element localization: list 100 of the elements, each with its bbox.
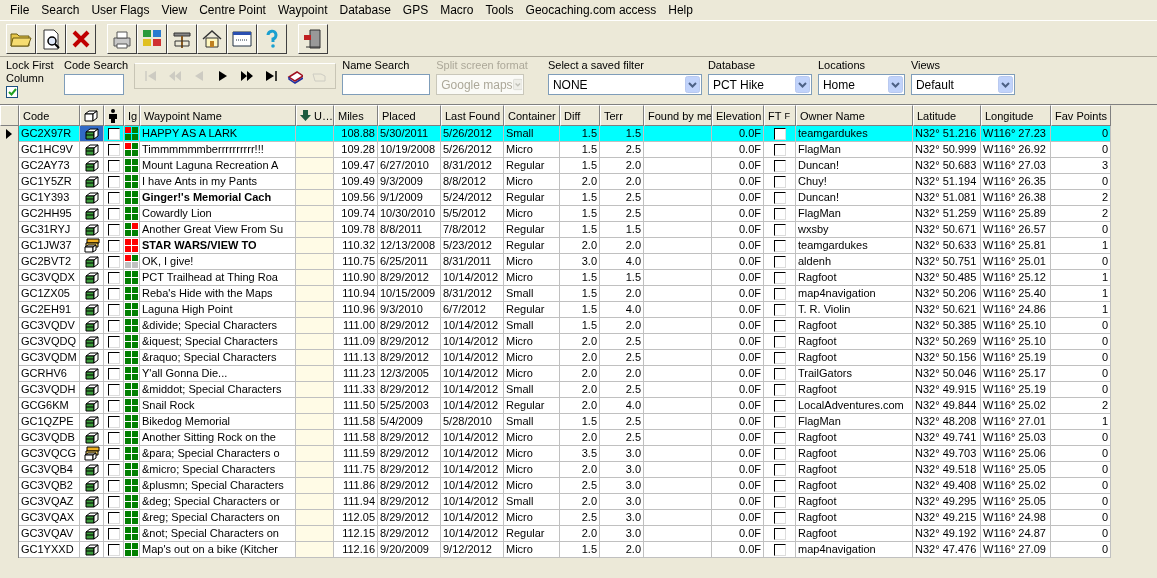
table-row[interactable]: GC3VQDX PCT Trailhead at Thing Roa 110.90 8/29/2012 10/14/2012 Micro 1.5 1.5 0.0F Ragfoot N32° 50.485 W116° 25.12 1 [0, 270, 1157, 286]
table-row[interactable]: GC2EH91 Laguna High Point 110.96 9/3/2010 6/7/2012 Regular 1.5 4.0 0.0F T. R. Violin N32° 50.621 W116° 24.86 1 [0, 302, 1157, 318]
menu-item[interactable]: Tools [479, 3, 520, 17]
column-header[interactable]: Elevation [712, 105, 764, 126]
menu-item[interactable]: Geocaching.com access [519, 3, 663, 17]
user-flag-checkbox[interactable] [107, 303, 120, 316]
column-header[interactable]: Waypoint Name [140, 105, 296, 126]
table-row[interactable]: GC3VQB4 &micro; Special Characters 111.75 8/29/2012 10/14/2012 Micro 2.0 3.0 0.0F Ragfoot N32° 49.518 W116° 25.05 0 [0, 462, 1157, 478]
user-flag-checkbox[interactable] [107, 255, 120, 268]
column-header[interactable]: Ig [124, 105, 140, 126]
user-flag-checkbox[interactable] [107, 511, 120, 524]
table-row[interactable]: GC3VQDM &raquo; Special Characters 111.13 8/29/2012 10/14/2012 Micro 2.0 2.5 0.0F Ragfoot N32° 50.156 W116° 25.19 0 [0, 350, 1157, 366]
ftf-checkbox[interactable] [773, 479, 786, 492]
column-header[interactable]: Diff [560, 105, 600, 126]
user-flag-checkbox[interactable] [107, 495, 120, 508]
ftf-checkbox[interactable] [773, 271, 786, 284]
ftf-checkbox[interactable] [773, 191, 786, 204]
ftf-checkbox[interactable] [773, 431, 786, 444]
table-row[interactable]: GCG6KM Snail Rock 111.50 5/25/2003 10/14/2012 Regular 2.0 4.0 0.0F LocalAdventures.com N32° 49.844 W116° 25.02 2 [0, 398, 1157, 414]
ftf-checkbox[interactable] [773, 351, 786, 364]
color-grid-button[interactable] [137, 24, 167, 54]
menu-item[interactable]: Centre Point [193, 3, 272, 17]
menu-item[interactable]: Database [333, 3, 397, 17]
user-flag-checkbox[interactable] [107, 527, 120, 540]
user-flag-checkbox[interactable] [107, 415, 120, 428]
ftf-checkbox[interactable] [773, 447, 786, 460]
column-header[interactable]: Miles [334, 105, 378, 126]
column-header[interactable]: Terr [600, 105, 644, 126]
user-flag-checkbox[interactable] [107, 223, 120, 236]
column-header[interactable]: U… [296, 105, 334, 126]
ftf-checkbox[interactable] [773, 223, 786, 236]
open-folder-button[interactable] [6, 24, 36, 54]
table-row[interactable]: GC3VQAX &reg; Special Characters on 112.05 8/29/2012 10/14/2012 Micro 2.5 3.0 0.0F Ragfoot N32° 49.215 W116° 24.98 0 [0, 510, 1157, 526]
help-button[interactable] [257, 24, 287, 54]
column-header[interactable]: Found by me [644, 105, 712, 126]
table-row[interactable]: GC2HH95 Cowardly Lion 109.74 10/30/2010 5/5/2012 Micro 1.5 2.5 0.0F FlagMan N32° 51.259 W116° 25.89 2 [0, 206, 1157, 222]
table-row[interactable]: GC1ZX05 Reba's Hide with the Maps 110.94 10/15/2009 8/31/2012 Small 1.5 2.0 0.0F map4navigation N32° 50.206 W116° 25.40 1 [0, 286, 1157, 302]
user-flag-checkbox[interactable] [107, 191, 120, 204]
saved-filter-dropdown[interactable]: NONE [547, 74, 702, 95]
ftf-checkbox[interactable] [773, 175, 786, 188]
table-row[interactable]: GC1QZPE Bikedog Memorial 111.58 5/4/2009 5/28/2010 Small 1.5 2.5 0.0F FlagMan N32° 48.208 W116° 27.01 1 [0, 414, 1157, 430]
print-preview-button[interactable] [36, 24, 66, 54]
user-flag-checkbox[interactable] [107, 543, 120, 556]
ftf-checkbox[interactable] [773, 159, 786, 172]
user-flag-checkbox[interactable] [107, 207, 120, 220]
table-row[interactable]: GC3VQDH &middot; Special Characters 111.33 8/29/2012 10/14/2012 Small 2.0 2.5 0.0F Ragfoot N32° 49.915 W116° 25.19 0 [0, 382, 1157, 398]
table-row[interactable]: GC2AY73 Mount Laguna Recreation A 109.47 6/27/2010 8/31/2012 Regular 1.5 2.0 0.0F Duncan! N32° 50.683 W116° 27.03 3 [0, 158, 1157, 174]
ftf-checkbox[interactable] [773, 319, 786, 332]
menu-item[interactable]: GPS [396, 3, 435, 17]
table-row[interactable]: GC3VQB2 &plusmn; Special Characters 111.86 8/29/2012 10/14/2012 Micro 2.5 3.0 0.0F Ragfoot N32° 49.408 W116° 25.02 0 [0, 478, 1157, 494]
user-flag-checkbox[interactable] [107, 351, 120, 364]
column-header[interactable]: Fav Points [1051, 105, 1111, 126]
ftf-checkbox[interactable] [773, 495, 786, 508]
name-search-field[interactable] [342, 74, 431, 95]
table-row[interactable]: GC3VQCG &para; Special Characters o 111.59 8/29/2012 10/14/2012 Micro 3.5 3.0 0.0F Ragfoot N32° 49.703 W116° 25.06 0 [0, 446, 1157, 462]
tools-button[interactable] [167, 24, 197, 54]
ftf-checkbox[interactable] [773, 239, 786, 252]
ftf-checkbox[interactable] [773, 463, 786, 476]
user-flag-checkbox[interactable] [107, 383, 120, 396]
ftf-checkbox[interactable] [773, 415, 786, 428]
table-row[interactable]: GC3VQAV &not; Special Characters on 112.15 8/29/2012 10/14/2012 Regular 2.0 3.0 0.0F Ragfoot N32° 49.192 W116° 24.87 0 [0, 526, 1157, 542]
column-header[interactable]: Longitude [981, 105, 1051, 126]
delete-button[interactable] [66, 24, 96, 54]
user-flag-checkbox[interactable] [107, 239, 120, 252]
user-flag-checkbox[interactable] [107, 431, 120, 444]
ftf-checkbox[interactable] [773, 287, 786, 300]
home-button[interactable] [197, 24, 227, 54]
table-row[interactable]: GC1JW37 STAR WARS/VIEW TO 110.32 12/13/2008 5/23/2012 Regular 2.0 2.0 0.0F teamgardukes N32° 50.633 W116° 25.81 1 [0, 238, 1157, 254]
table-row[interactable]: GC2X97R HAPPY AS A LARK 108.88 5/30/2011 5/26/2012 Small 1.5 1.5 0.0F teamgardukes N32° 51.216 W116° 27.23 0 [0, 126, 1157, 142]
menu-item[interactable]: User Flags [85, 3, 156, 17]
table-row[interactable]: GC1YXXD Map's out on a bike (Kitcher 112.16 9/20/2009 9/12/2012 Micro 1.5 2.0 0.0F map4navigation N32° 47.476 W116° 27.09 0 [0, 542, 1157, 558]
code-search-field[interactable] [64, 74, 124, 95]
user-flag-checkbox[interactable] [107, 287, 120, 300]
menu-item[interactable]: Search [35, 3, 86, 17]
printer-button[interactable] [107, 24, 137, 54]
exit-door-button[interactable] [298, 24, 328, 54]
window-button[interactable] [227, 24, 257, 54]
ftf-checkbox[interactable] [773, 399, 786, 412]
table-row[interactable]: GC3VQDQ &iquest; Special Characters 111.09 8/29/2012 10/14/2012 Micro 2.0 2.5 0.0F Ragfoot N32° 50.269 W116° 25.10 0 [0, 334, 1157, 350]
user-flag-checkbox[interactable] [107, 463, 120, 476]
table-row[interactable]: GC3VQDV &divide; Special Characters 111.00 8/29/2012 10/14/2012 Small 1.5 2.0 0.0F Ragfoot N32° 50.385 W116° 25.10 0 [0, 318, 1157, 334]
user-flag-checkbox[interactable] [107, 271, 120, 284]
table-row[interactable]: GC1HC9V Timmmmmmberrrrrrrrrr!!! 109.28 10/19/2008 5/26/2012 Micro 1.5 2.5 0.0F FlagMan N32° 50.999 W116° 26.92 0 [0, 142, 1157, 158]
ftf-checkbox[interactable] [773, 143, 786, 156]
views-dropdown[interactable]: Default [910, 74, 1015, 95]
column-header[interactable]: Latitude [913, 105, 981, 126]
menu-item[interactable]: File [4, 3, 36, 17]
user-flag-checkbox[interactable] [107, 479, 120, 492]
user-flag-checkbox[interactable] [107, 175, 120, 188]
user-flag-checkbox[interactable] [107, 127, 120, 140]
database-dropdown[interactable]: PCT Hike [707, 74, 812, 95]
menu-item[interactable]: Waypoint [271, 3, 334, 17]
menu-item[interactable]: Help [662, 3, 699, 17]
table-row[interactable]: GC2BVT2 OK, I give! 110.75 6/25/2011 8/31/2011 Micro 3.0 4.0 0.0F aldenh N32° 50.751 W116° 25.01 0 [0, 254, 1157, 270]
column-header[interactable]: Placed [378, 105, 441, 126]
table-row[interactable]: GC31RYJ Another Great View From Su 109.78 8/8/2011 7/8/2012 Regular 1.5 1.5 0.0F wxsby N32° 50.671 W116° 26.57 0 [0, 222, 1157, 238]
table-row[interactable]: GC1Y5ZR I have Ants in my Pants 109.49 9/3/2009 8/8/2012 Micro 2.0 2.0 0.0F Chuy! N32° 51.194 W116° 26.35 0 [0, 174, 1157, 190]
ftf-checkbox[interactable] [773, 127, 786, 140]
user-flag-checkbox[interactable] [107, 143, 120, 156]
user-flag-checkbox[interactable] [107, 319, 120, 332]
